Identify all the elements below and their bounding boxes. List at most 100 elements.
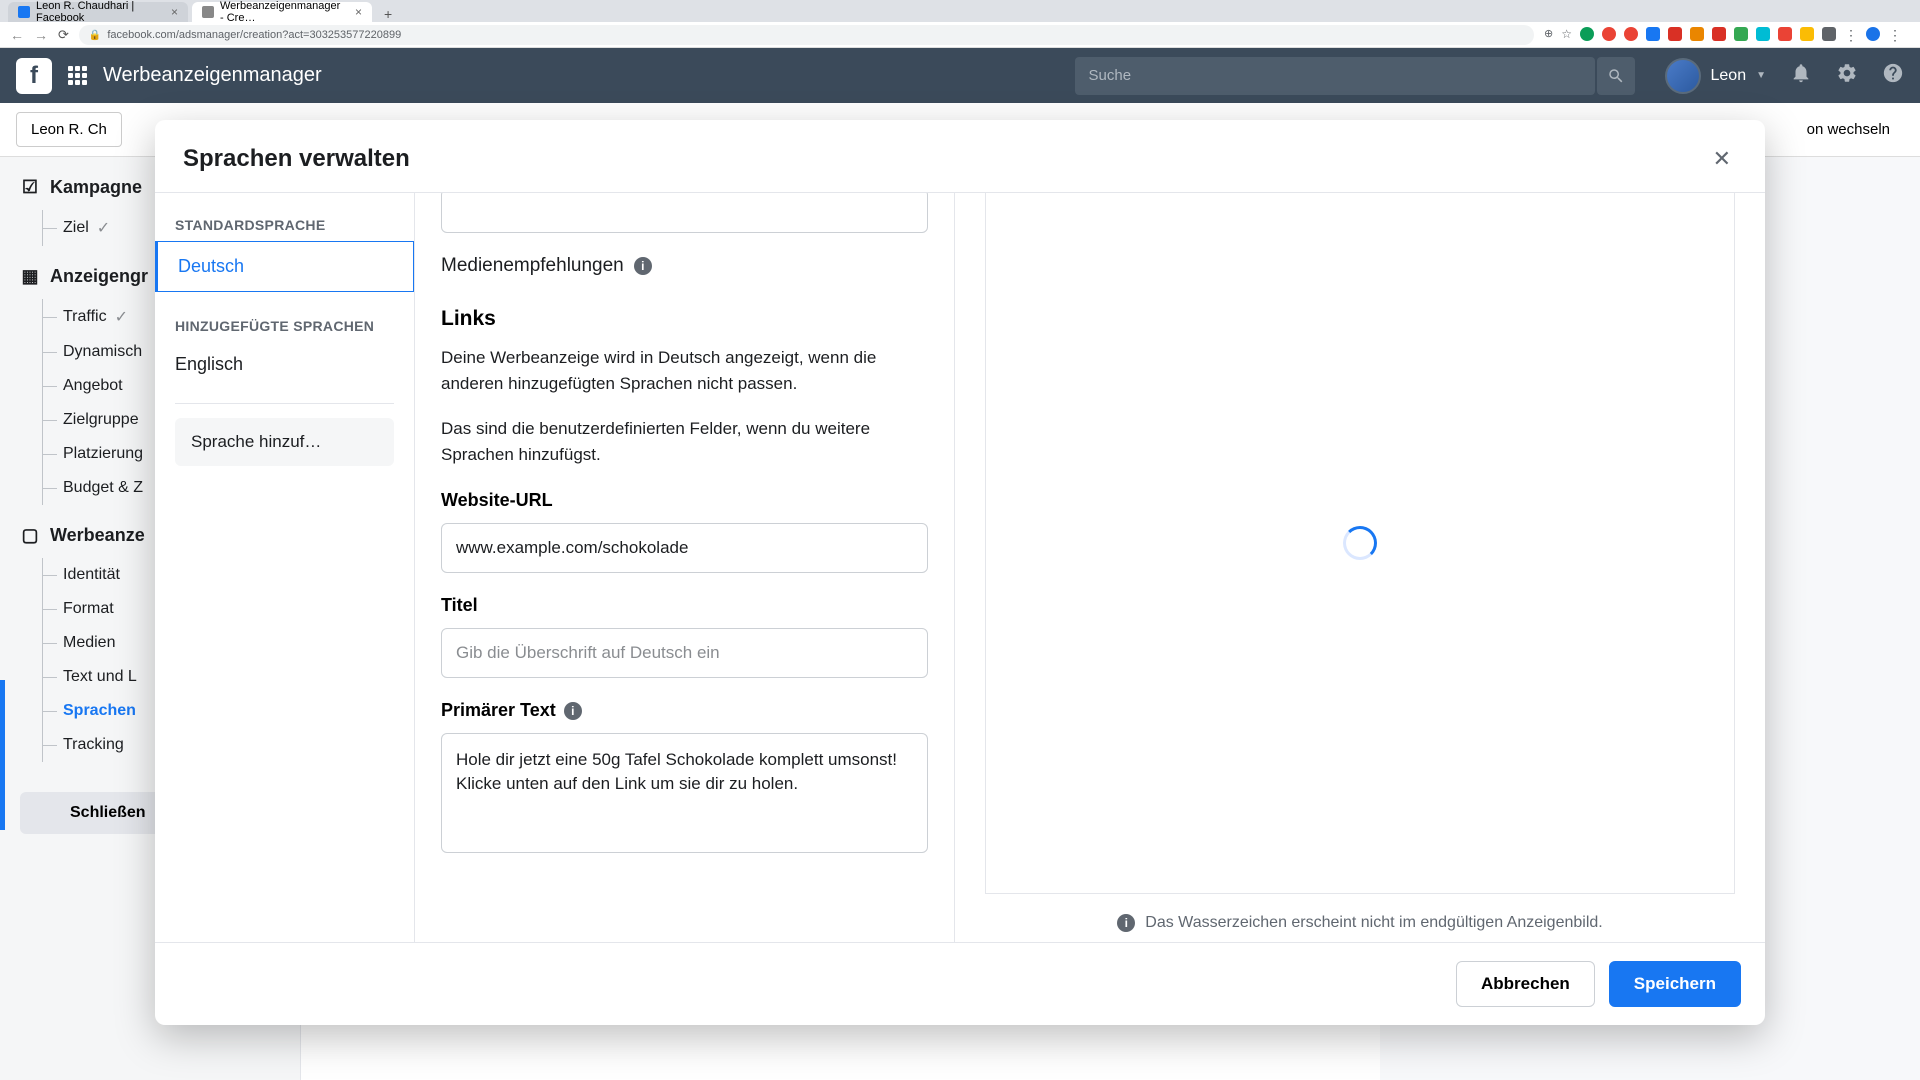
help-icon[interactable] bbox=[1882, 62, 1904, 89]
nav-label: Anzeigengr bbox=[50, 266, 148, 287]
search-placeholder: Suche bbox=[1089, 67, 1132, 84]
account-selector[interactable]: Leon R. Ch bbox=[16, 112, 122, 147]
website-url-input[interactable] bbox=[441, 523, 928, 573]
language-item-deutsch[interactable]: Deutsch bbox=[155, 241, 414, 292]
add-language-button[interactable]: Sprache hinzuf… bbox=[175, 418, 394, 466]
chevron-down-icon: ▼ bbox=[1756, 70, 1766, 81]
nav-item-label: Zielgruppe bbox=[63, 411, 139, 429]
extension-icon[interactable] bbox=[1778, 27, 1792, 41]
default-language-label: STANDARDSPRACHE bbox=[155, 211, 414, 239]
modal-title: Sprachen verwalten bbox=[183, 145, 410, 173]
switch-button[interactable]: on wechseln bbox=[1793, 113, 1904, 146]
menu-icon[interactable]: ⋮ bbox=[1844, 27, 1858, 44]
new-tab-button[interactable]: + bbox=[376, 6, 400, 22]
watermark-note: i Das Wasserzeichen erscheint nicht im e… bbox=[985, 914, 1735, 942]
url-input[interactable]: 🔒 facebook.com/adsmanager/creation?act=3… bbox=[79, 25, 1534, 45]
profile-icon[interactable] bbox=[1866, 27, 1880, 41]
watermark-note-text: Das Wasserzeichen erscheint nicht im end… bbox=[1145, 914, 1602, 932]
extension-icon[interactable] bbox=[1624, 27, 1638, 41]
facebook-logo[interactable]: f bbox=[16, 58, 52, 94]
extension-icon[interactable] bbox=[1712, 27, 1726, 41]
modal-body: STANDARDSPRACHE Deutsch HINZUGEFÜGTE SPR… bbox=[155, 192, 1765, 942]
cancel-button[interactable]: Abbrechen bbox=[1456, 961, 1595, 1007]
browser-tab[interactable]: Leon R. Chaudhari | Facebook × bbox=[8, 2, 188, 22]
close-icon[interactable]: ✕ bbox=[1707, 140, 1737, 178]
ad-preview bbox=[985, 192, 1735, 894]
extension-icon[interactable] bbox=[1734, 27, 1748, 41]
extension-icon[interactable] bbox=[1756, 27, 1770, 41]
checkbox-icon: ☑ bbox=[20, 178, 40, 198]
settings-icon[interactable] bbox=[1836, 62, 1858, 89]
languages-modal: Sprachen verwalten ✕ STANDARDSPRACHE Deu… bbox=[155, 120, 1765, 1025]
address-bar: ← → ⟳ 🔒 facebook.com/adsmanager/creation… bbox=[0, 22, 1920, 48]
check-icon: ✓ bbox=[97, 218, 110, 238]
added-languages-label: HINZUGEFÜGTE SPRACHEN bbox=[155, 312, 414, 340]
loading-spinner-icon bbox=[1343, 526, 1377, 560]
search-button[interactable] bbox=[1597, 57, 1635, 95]
check-icon: ✓ bbox=[115, 307, 128, 327]
nav-item-label: Ziel bbox=[63, 219, 89, 237]
info-icon[interactable]: i bbox=[634, 257, 652, 275]
lock-icon: 🔒 bbox=[89, 30, 101, 41]
forward-button[interactable]: → bbox=[34, 27, 48, 43]
top-input[interactable] bbox=[441, 193, 928, 233]
modal-header: Sprachen verwalten ✕ bbox=[155, 120, 1765, 192]
media-recommendations[interactable]: Medienempfehlungen i bbox=[441, 255, 928, 277]
nav-item-label: Sprachen bbox=[63, 702, 136, 720]
reload-button[interactable]: ⟳ bbox=[58, 27, 69, 43]
apps-menu-icon[interactable] bbox=[68, 66, 87, 85]
facebook-icon bbox=[18, 6, 30, 18]
extension-icon[interactable] bbox=[1602, 27, 1616, 41]
nav-item-label: Budget & Z bbox=[63, 479, 143, 497]
primary-text-label: Primärer Text i bbox=[441, 700, 928, 721]
menu-icon[interactable]: ⋮ bbox=[1888, 27, 1902, 44]
extension-icon[interactable] bbox=[1690, 27, 1704, 41]
search-input[interactable]: Suche bbox=[1075, 57, 1595, 95]
notifications-icon[interactable] bbox=[1790, 62, 1812, 89]
page-icon bbox=[202, 6, 214, 18]
media-rec-label: Medienempfehlungen bbox=[441, 255, 624, 277]
extension-icon[interactable] bbox=[1668, 27, 1682, 41]
extension-icon[interactable] bbox=[1580, 27, 1594, 41]
primary-text-input[interactable] bbox=[441, 733, 928, 853]
extension-icon[interactable] bbox=[1800, 27, 1814, 41]
nav-item-label: Text und L bbox=[63, 668, 137, 686]
nav-item-label: Identität bbox=[63, 566, 120, 584]
url-label: Website-URL bbox=[441, 490, 928, 511]
save-button[interactable]: Speichern bbox=[1609, 961, 1741, 1007]
back-button[interactable]: ← bbox=[10, 27, 24, 43]
nav-item-label: Format bbox=[63, 600, 114, 618]
divider bbox=[175, 403, 394, 404]
links-description-2: Das sind die benutzerdefinierten Felder,… bbox=[441, 416, 928, 469]
nav-item-label: Tracking bbox=[63, 736, 124, 754]
star-icon[interactable]: ☆ bbox=[1561, 27, 1572, 44]
links-description-1: Deine Werbeanzeige wird in Deutsch angez… bbox=[441, 345, 928, 398]
tabs-bar: Leon R. Chaudhari | Facebook × Werbeanze… bbox=[0, 0, 1920, 22]
nav-label: Werbeanze bbox=[50, 525, 145, 546]
close-icon[interactable]: × bbox=[171, 5, 178, 19]
title-label: Titel bbox=[441, 595, 928, 616]
app-title: Werbeanzeigenmanager bbox=[103, 64, 1075, 87]
info-icon: i bbox=[1117, 914, 1135, 932]
user-menu[interactable]: Leon ▼ bbox=[1665, 58, 1767, 94]
extension-icon[interactable] bbox=[1646, 27, 1660, 41]
close-icon[interactable]: × bbox=[355, 5, 362, 19]
nav-item-label: Medien bbox=[63, 634, 115, 652]
zoom-icon[interactable]: ⊕ bbox=[1544, 27, 1553, 44]
ad-icon: ▢ bbox=[20, 526, 40, 546]
info-icon[interactable]: i bbox=[564, 702, 582, 720]
nav-item-label: Traffic bbox=[63, 308, 107, 326]
form-column: Medienempfehlungen i Links Deine Werbean… bbox=[415, 193, 955, 942]
tab-title: Werbeanzeigenmanager - Cre… bbox=[220, 0, 345, 24]
language-item-englisch[interactable]: Englisch bbox=[155, 340, 414, 389]
nav-item-label: Platzierung bbox=[63, 445, 143, 463]
language-sidebar: STANDARDSPRACHE Deutsch HINZUGEFÜGTE SPR… bbox=[155, 193, 415, 942]
primary-text-label-text: Primärer Text bbox=[441, 700, 556, 721]
browser-tab[interactable]: Werbeanzeigenmanager - Cre… × bbox=[192, 2, 372, 22]
nav-item-label: Angebot bbox=[63, 377, 123, 395]
extension-icon[interactable] bbox=[1822, 27, 1836, 41]
preview-column: i Das Wasserzeichen erscheint nicht im e… bbox=[955, 193, 1765, 942]
url-text: facebook.com/adsmanager/creation?act=303… bbox=[107, 29, 401, 41]
title-input[interactable] bbox=[441, 628, 928, 678]
modal-footer: Abbrechen Speichern bbox=[155, 942, 1765, 1025]
